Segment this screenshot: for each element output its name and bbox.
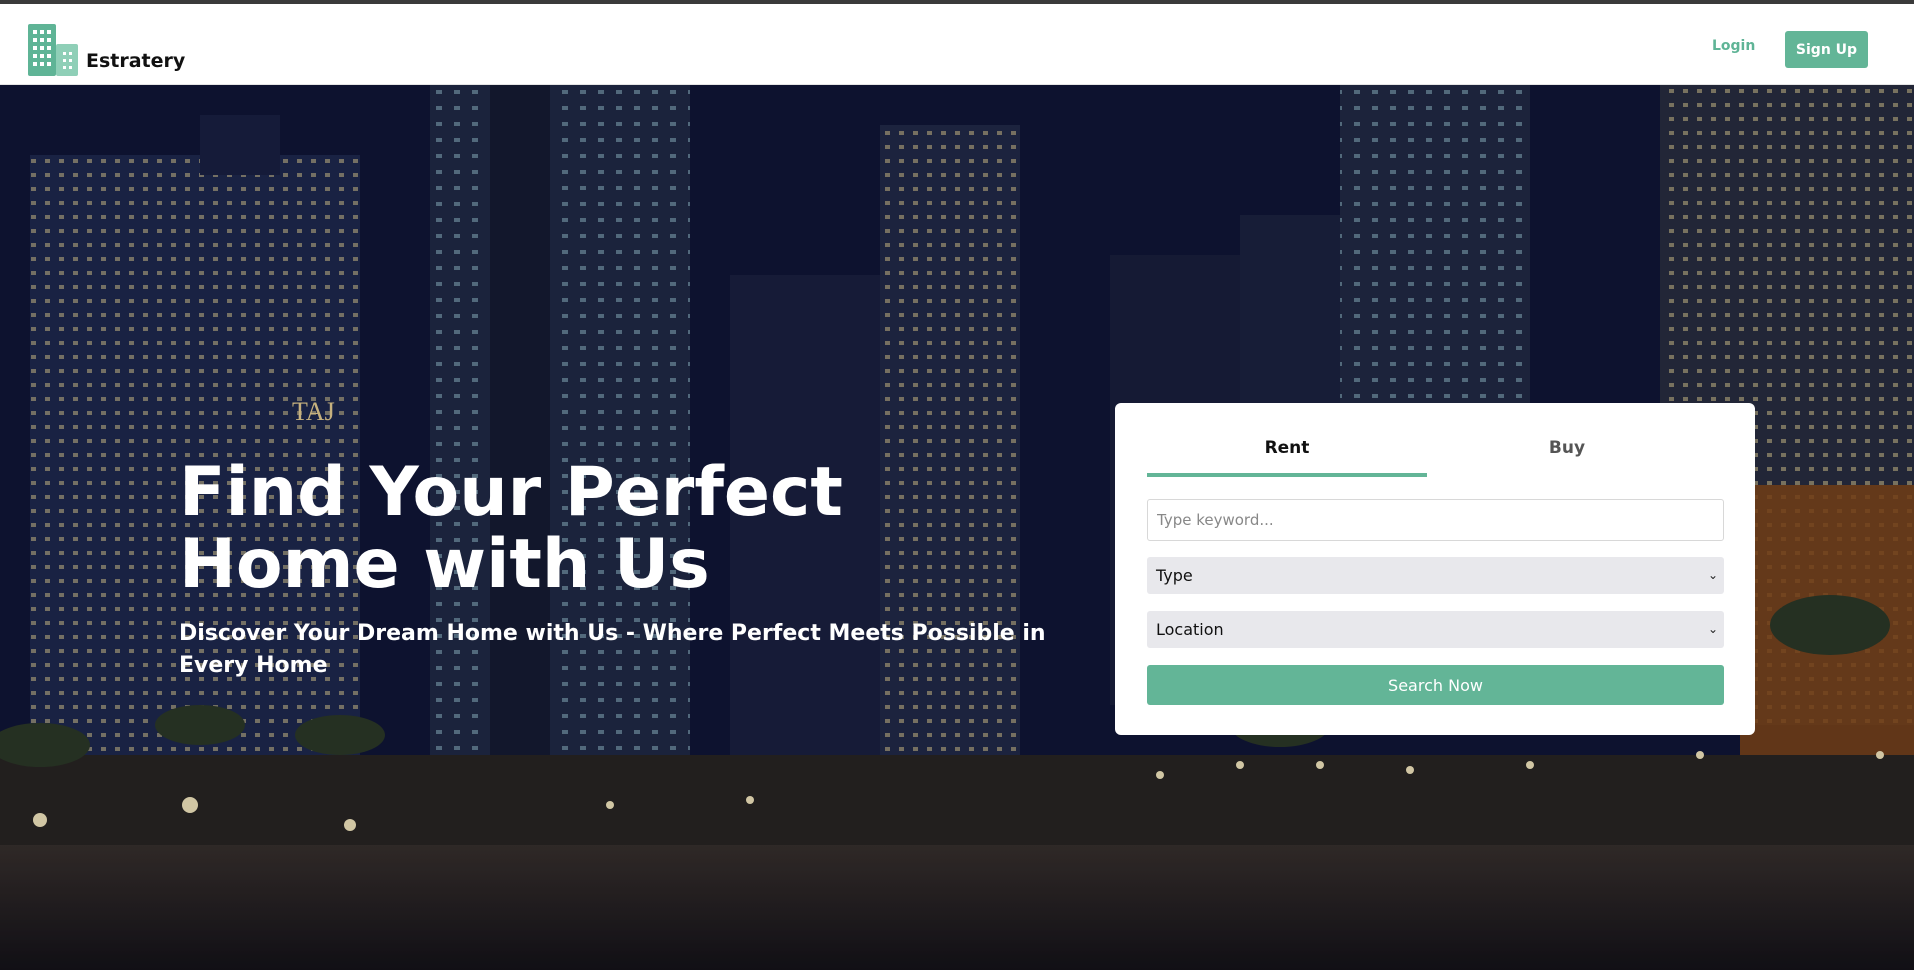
tab-rent[interactable]: Rent <box>1147 435 1427 477</box>
chevron-down-icon: ⌄ <box>1707 622 1718 636</box>
location-select[interactable]: Location ⌄ <box>1147 611 1724 648</box>
signup-button[interactable]: Sign Up <box>1785 31 1868 68</box>
type-select[interactable]: Type ⌄ <box>1147 557 1724 594</box>
site-header: Estratery Login Sign Up <box>0 4 1914 85</box>
logo-text: Estratery <box>86 50 186 72</box>
keyword-input[interactable] <box>1147 499 1724 541</box>
search-card: Rent Buy Type ⌄ Location ⌄ Search Now <box>1115 403 1755 735</box>
building-icon <box>28 24 78 76</box>
search-now-button[interactable]: Search Now <box>1147 665 1724 705</box>
chevron-down-icon: ⌄ <box>1707 568 1718 582</box>
hero-subtitle: Discover Your Dream Home with Us - Where… <box>179 621 1046 678</box>
location-select-value: Location <box>1156 620 1224 639</box>
hero-title: Find Your Perfect Home with Us <box>179 453 843 604</box>
logo[interactable]: Estratery <box>26 18 185 78</box>
tab-buy[interactable]: Buy <box>1427 435 1707 477</box>
type-select-value: Type <box>1156 566 1193 585</box>
hero-section: TAJ Find Your Perfect Home with Us Disco… <box>0 85 1914 970</box>
login-link[interactable]: Login <box>1712 38 1755 54</box>
